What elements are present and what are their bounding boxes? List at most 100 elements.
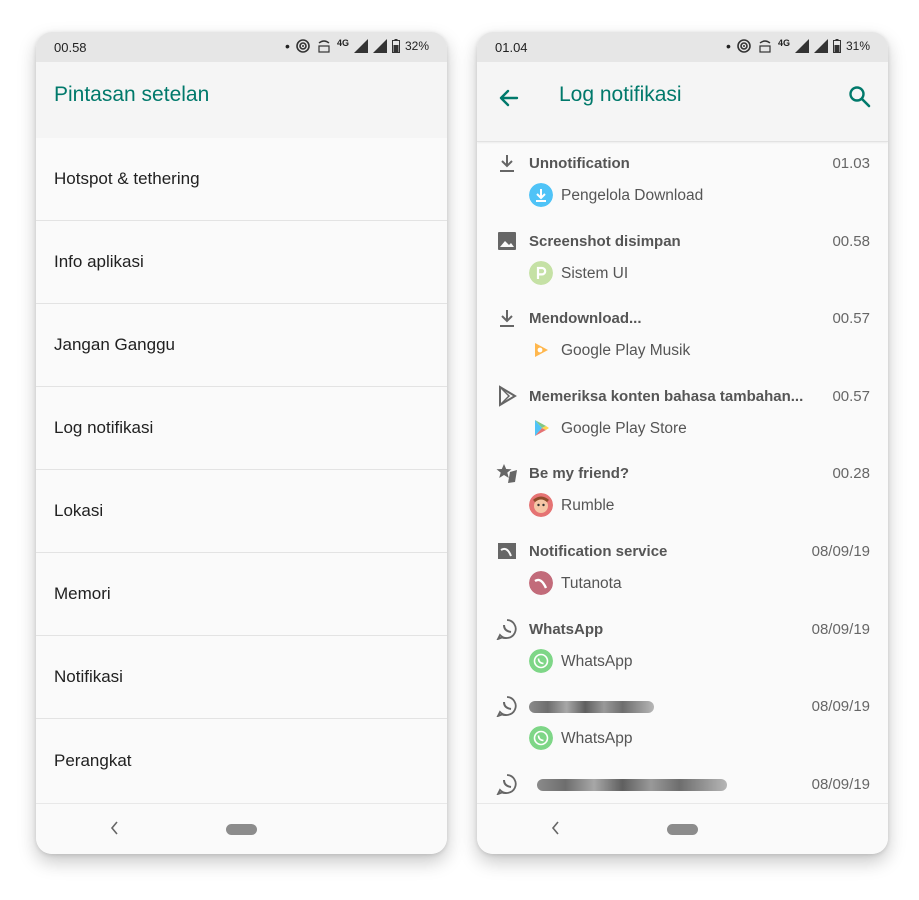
whatsapp-icon bbox=[496, 773, 517, 795]
list-item[interactable]: Be my friend? 00.28 Rumble bbox=[477, 451, 888, 529]
whatsapp-app-icon bbox=[529, 726, 553, 751]
search-icon[interactable] bbox=[846, 83, 874, 111]
list-item[interactable]: Screenshot disimpan 00.58 Sistem UI bbox=[477, 219, 888, 297]
settings-item-location[interactable]: Lokasi bbox=[36, 470, 447, 553]
download-icon bbox=[500, 155, 514, 172]
dot-icon: • bbox=[726, 38, 731, 54]
list-item[interactable]: 08/09/19 bbox=[477, 762, 888, 804]
notification-time: 01.03 bbox=[832, 155, 870, 172]
notification-time: 08/09/19 bbox=[811, 620, 870, 638]
whatsapp-app-icon bbox=[529, 648, 553, 673]
nav-bar bbox=[477, 803, 888, 854]
signal-icon-2 bbox=[813, 39, 828, 53]
battery-percent: 32% bbox=[404, 39, 429, 53]
back-arrow-icon[interactable] bbox=[495, 84, 523, 112]
obscured-title bbox=[529, 701, 654, 714]
notification-title: Mendownload... bbox=[529, 310, 642, 328]
settings-item-notification-log[interactable]: Log notifikasi bbox=[36, 387, 447, 470]
app-name: Pengelola Download bbox=[561, 187, 704, 204]
network-type: 4G bbox=[777, 38, 790, 48]
page-title: Pintasan setelan bbox=[54, 83, 210, 106]
battery-icon bbox=[391, 39, 400, 53]
app-name: WhatsApp bbox=[561, 730, 633, 748]
notification-time: 08/09/19 bbox=[811, 542, 870, 560]
nav-back-icon[interactable] bbox=[549, 819, 563, 837]
app-name: Rumble bbox=[561, 497, 615, 515]
notification-title: Be my friend? bbox=[529, 465, 630, 483]
notification-time: 00.57 bbox=[832, 387, 870, 405]
play-music-icon bbox=[535, 343, 548, 358]
signal-icon-2 bbox=[372, 39, 387, 53]
nav-bar bbox=[36, 803, 447, 854]
app-name: WhatsApp bbox=[561, 652, 633, 670]
settings-list: Hotspot & tethering Info aplikasi Jangan… bbox=[36, 138, 447, 802]
settings-item-notifications[interactable]: Notifikasi bbox=[36, 636, 447, 719]
obscured-title bbox=[537, 778, 727, 791]
download-manager-icon bbox=[529, 183, 553, 207]
download-icon bbox=[500, 310, 514, 328]
hotspot-icon bbox=[296, 39, 310, 53]
app-name: Tutanota bbox=[561, 574, 622, 592]
notification-title: Screenshot disimpan bbox=[529, 232, 681, 250]
notification-time: 00.28 bbox=[832, 465, 870, 483]
list-item[interactable]: Unnotification 01.03 Pengelola Download bbox=[477, 141, 888, 219]
notification-title: Notification service bbox=[529, 542, 668, 560]
notification-title: Unnotification bbox=[529, 155, 630, 172]
status-bar: 00.58 • 4G 32% bbox=[36, 32, 447, 62]
list-item[interactable]: Notification service 08/09/19 Tutanota bbox=[477, 529, 888, 607]
app-name: Sistem UI bbox=[561, 264, 629, 282]
notification-time: 08/09/19 bbox=[811, 775, 870, 793]
signal-icon bbox=[353, 39, 368, 53]
nav-back-icon[interactable] bbox=[108, 819, 122, 837]
settings-item-device[interactable]: Perangkat bbox=[36, 719, 447, 802]
status-icons: • 4G 32% bbox=[285, 38, 429, 54]
status-bar: 01.04 • 4G 31% bbox=[477, 32, 888, 62]
rumble-avatar bbox=[529, 493, 553, 518]
tutanota-icon bbox=[498, 542, 516, 559]
status-time: 01.04 bbox=[495, 40, 528, 55]
volte-icon bbox=[759, 40, 771, 53]
settings-item-label: Perangkat bbox=[54, 750, 132, 770]
page-title: Log notifikasi bbox=[559, 83, 682, 106]
settings-item-label: Hotspot & tethering bbox=[54, 169, 200, 188]
notification-time: 00.57 bbox=[832, 310, 870, 328]
whatsapp-icon bbox=[496, 618, 517, 640]
network-type: 4G bbox=[336, 38, 349, 48]
battery-percent: 31% bbox=[845, 39, 870, 53]
star-badge-icon bbox=[496, 464, 517, 484]
play-store-app-icon bbox=[535, 419, 549, 436]
notification-time: 08/09/19 bbox=[811, 698, 870, 716]
phone-left: 00.58 • 4G 32% Pintasan setelan Hotspot … bbox=[36, 32, 447, 854]
list-item[interactable]: 08/09/19 WhatsApp bbox=[477, 684, 888, 762]
settings-item-label: Notifikasi bbox=[54, 667, 123, 686]
settings-item-label: Log notifikasi bbox=[54, 418, 154, 437]
list-item[interactable]: Mendownload... 00.57 Google Play Musik bbox=[477, 296, 888, 374]
settings-item-storage[interactable]: Memori bbox=[36, 553, 447, 636]
app-name: Google Play Store bbox=[561, 419, 687, 437]
dot-icon: • bbox=[285, 38, 290, 54]
settings-item-label: Info aplikasi bbox=[54, 252, 144, 271]
whatsapp-icon bbox=[496, 696, 517, 718]
settings-item-label: Jangan Ganggu bbox=[54, 335, 175, 354]
list-item[interactable]: Memeriksa konten bahasa tambahan... 00.5… bbox=[477, 374, 888, 452]
notification-log-list: Unnotification 01.03 Pengelola Download … bbox=[477, 141, 888, 804]
settings-item-label: Memori bbox=[54, 584, 111, 603]
hotspot-icon bbox=[737, 39, 751, 53]
notification-time: 00.58 bbox=[832, 232, 870, 250]
nav-home-pill[interactable] bbox=[667, 824, 698, 835]
settings-item-app-info[interactable]: Info aplikasi bbox=[36, 221, 447, 304]
settings-item-label: Lokasi bbox=[54, 501, 104, 520]
status-time: 00.58 bbox=[54, 40, 87, 55]
battery-icon bbox=[832, 39, 841, 53]
settings-item-hotspot[interactable]: Hotspot & tethering bbox=[36, 138, 447, 221]
system-ui-icon bbox=[529, 260, 553, 285]
settings-item-do-not-disturb[interactable]: Jangan Ganggu bbox=[36, 304, 447, 387]
play-store-icon bbox=[499, 385, 517, 407]
image-icon bbox=[498, 231, 516, 250]
notification-title: WhatsApp bbox=[529, 620, 604, 638]
signal-icon bbox=[794, 39, 809, 53]
app-bar: Log notifikasi bbox=[477, 62, 888, 142]
nav-home-pill[interactable] bbox=[226, 824, 257, 835]
phone-right: 01.04 • 4G 31% Log notifikasi Unnotifica… bbox=[477, 32, 888, 854]
list-item[interactable]: WhatsApp 08/09/19 WhatsApp bbox=[477, 607, 888, 685]
